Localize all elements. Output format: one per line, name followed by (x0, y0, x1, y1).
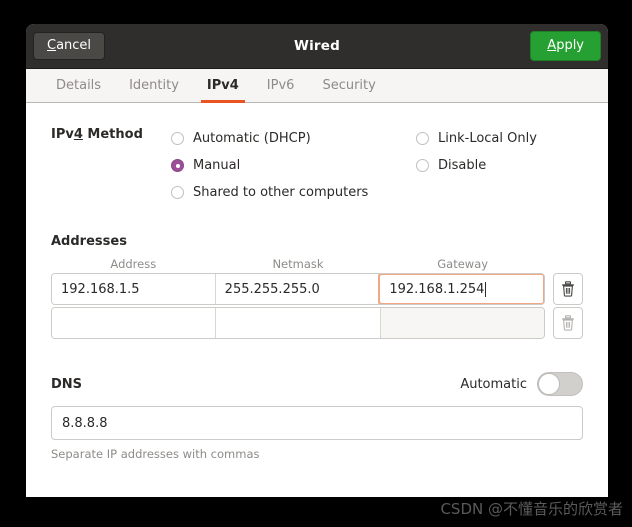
tab-bar: Details Identity IPv4 IPv6 Security (26, 69, 608, 103)
netmask-input-row2[interactable] (216, 308, 381, 338)
radio-shared-label: Shared to other computers (193, 185, 369, 200)
radio-disable[interactable]: Disable (416, 152, 583, 179)
addresses-heading: Addresses (51, 234, 127, 249)
netmask-input-row1-value: 255.255.255.0 (224, 281, 320, 297)
tab-ipv4[interactable]: IPv4 (193, 69, 253, 103)
cancel-button[interactable]: Cancel (33, 32, 106, 60)
ipv4-method-column-right: Link-Local Only Disable (416, 125, 583, 206)
column-header-address: Address (110, 257, 157, 271)
address-row-fields (51, 307, 545, 339)
tab-identity[interactable]: Identity (115, 69, 193, 102)
column-header-netmask: Netmask (272, 257, 324, 271)
netmask-input-row1[interactable]: 255.255.255.0 (215, 274, 380, 304)
dns-automatic-toggle-knob (538, 373, 560, 395)
radio-manual-label: Manual (193, 158, 241, 173)
dialog-titlebar: Cancel Wired Apply (26, 24, 608, 69)
radio-shared-indicator (171, 186, 184, 199)
radio-link-local-label: Link-Local Only (438, 131, 537, 146)
radio-disable-label: Disable (438, 158, 487, 173)
trash-icon (562, 315, 574, 331)
addresses-column-headers: Address Netmask Gateway (51, 257, 583, 271)
radio-manual[interactable]: Manual (171, 152, 416, 179)
trash-icon (562, 281, 574, 297)
gateway-input-row1[interactable]: 192.168.1.254 (378, 274, 544, 304)
dns-section-header: DNS Automatic (51, 372, 583, 396)
cancel-button-label-rest: ancel (56, 38, 92, 53)
dns-servers-value: 8.8.8.8 (62, 415, 108, 431)
dns-automatic-label: Automatic (460, 376, 527, 392)
tab-ipv6[interactable]: IPv6 (253, 69, 309, 102)
dialog-title: Wired (294, 38, 340, 54)
dns-automatic-toggle[interactable] (537, 372, 583, 396)
radio-automatic-dhcp-label: Automatic (DHCP) (193, 131, 311, 146)
address-input-row2[interactable] (52, 308, 217, 338)
radio-automatic-dhcp[interactable]: Automatic (DHCP) (171, 125, 416, 152)
watermark: CSDN @不懂音乐的欣赏者 (440, 500, 623, 518)
address-input-row1[interactable]: 192.168.1.5 (52, 274, 216, 304)
ipv4-method-options: Automatic (DHCP) Manual Shared to other … (171, 125, 583, 206)
ipv4-method-label: IPv4 Method (51, 127, 143, 142)
radio-shared-to-other-computers[interactable]: Shared to other computers (171, 179, 416, 206)
dns-servers-input[interactable]: 8.8.8.8 (51, 406, 583, 440)
network-settings-dialog: Cancel Wired Apply Details Identity IPv4… (26, 24, 608, 497)
ipv4-method-column-left: Automatic (DHCP) Manual Shared to other … (171, 125, 416, 206)
tab-details[interactable]: Details (42, 69, 115, 102)
radio-link-local-only[interactable]: Link-Local Only (416, 125, 583, 152)
delete-address-row2-button[interactable] (553, 307, 583, 339)
delete-address-row1-button[interactable] (553, 273, 583, 305)
radio-link-local-indicator (416, 132, 429, 145)
apply-button[interactable]: Apply (530, 31, 601, 61)
address-row: 192.168.1.5 255.255.255.0 192.168.1.254 (51, 273, 583, 305)
tab-security[interactable]: Security (308, 69, 389, 102)
radio-disable-indicator (416, 159, 429, 172)
apply-button-label-rest: pply (556, 38, 584, 53)
dns-heading: DNS (51, 376, 83, 392)
text-cursor (485, 281, 487, 297)
column-header-gateway: Gateway (437, 257, 489, 271)
radio-automatic-dhcp-indicator (171, 132, 184, 145)
gateway-input-row2[interactable] (380, 308, 544, 338)
dns-hint-text: Separate IP addresses with commas (51, 447, 260, 461)
screenshot-root: Cancel Wired Apply Details Identity IPv4… (0, 0, 632, 527)
ipv4-method-section: IPv4 Method Automatic (DHCP) Manual Shar… (51, 125, 583, 206)
address-row (51, 307, 583, 339)
radio-manual-indicator (171, 159, 184, 172)
address-row-fields: 192.168.1.5 255.255.255.0 192.168.1.254 (51, 273, 545, 305)
gateway-input-row1-value: 192.168.1.254 (389, 281, 485, 297)
address-input-row1-value: 192.168.1.5 (61, 281, 140, 297)
ipv4-panel: IPv4 Method Automatic (DHCP) Manual Shar… (26, 103, 608, 496)
